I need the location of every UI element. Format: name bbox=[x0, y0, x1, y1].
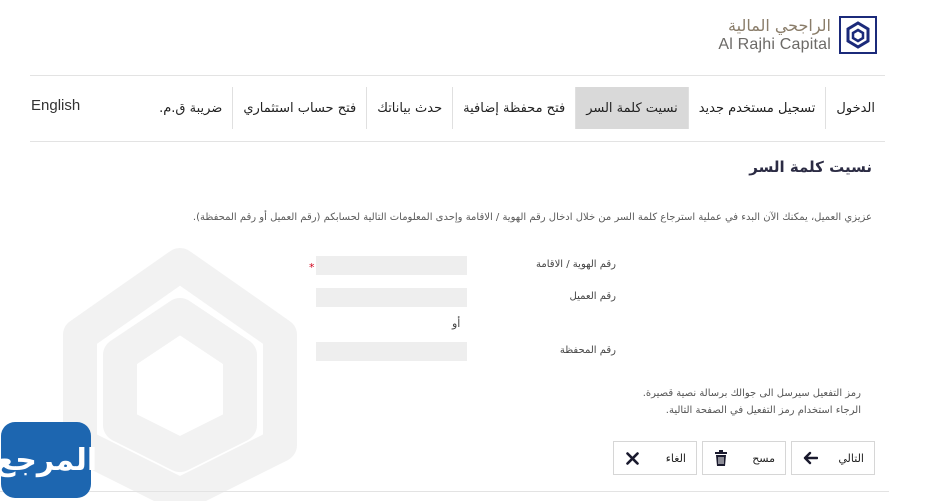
trash-icon bbox=[713, 450, 729, 466]
nav-register[interactable]: تسجيل مستخدم جديد bbox=[687, 87, 826, 129]
nav-open-account[interactable]: فتح حساب استثماري bbox=[232, 87, 366, 129]
or-separator: أو bbox=[452, 317, 461, 330]
customer-number-input[interactable] bbox=[316, 288, 467, 307]
nav-update-data[interactable]: حدث بياناتك bbox=[366, 87, 452, 129]
footer-divider bbox=[0, 491, 889, 492]
site-badge: المرجع bbox=[0, 422, 97, 498]
next-button[interactable]: التالي bbox=[791, 441, 875, 475]
clear-button-label: مسح bbox=[752, 451, 775, 465]
customer-number-label: رقم العميل bbox=[569, 291, 616, 302]
nav-open-portfolio[interactable]: فتح محفظة إضافية bbox=[452, 87, 575, 129]
header-divider bbox=[30, 75, 885, 76]
activation-instruction: الرجاء استخدام رمز التفعيل في الصفحة الت… bbox=[665, 405, 861, 416]
close-icon bbox=[624, 450, 640, 466]
main-nav: الدخول تسجيل مستخدم جديد نسيت كلمة السر … bbox=[149, 87, 885, 129]
nav-divider bbox=[30, 141, 885, 142]
id-input[interactable] bbox=[316, 256, 467, 275]
activation-note: رمز التفعيل سيرسل الى جوالك برسالة نصية … bbox=[642, 388, 861, 399]
page-title: نسيت كلمة السر bbox=[749, 158, 872, 176]
next-button-label: التالي bbox=[838, 451, 864, 465]
required-mark: * bbox=[309, 261, 315, 274]
brand-name-english: Al Rajhi Capital bbox=[718, 36, 831, 53]
id-label: رقم الهوية / الاقامة bbox=[536, 259, 616, 270]
cancel-button[interactable]: الغاء bbox=[613, 441, 697, 475]
site-badge-text: المرجع bbox=[0, 442, 98, 478]
language-link[interactable]: English bbox=[31, 97, 80, 114]
brand-name-arabic: الراجحي المالية bbox=[728, 16, 831, 35]
nav-vat[interactable]: ضريبة ق.م. bbox=[149, 87, 232, 129]
brand-mark-icon bbox=[839, 16, 877, 54]
portfolio-number-label: رقم المحفظة bbox=[559, 345, 616, 356]
brand-name: الراجحي المالية Al Rajhi Capital bbox=[718, 16, 831, 54]
clear-button[interactable]: مسح bbox=[702, 441, 786, 475]
nav-forgot-password[interactable]: نسيت كلمة السر bbox=[575, 87, 688, 129]
portfolio-number-input[interactable] bbox=[316, 342, 467, 361]
nav-login[interactable]: الدخول bbox=[825, 87, 885, 129]
arrow-left-icon bbox=[802, 450, 818, 466]
intro-text: عزيزي العميل، يمكنك الآن البدء في عملية … bbox=[192, 212, 872, 223]
cancel-button-label: الغاء bbox=[665, 451, 686, 465]
brand-logo[interactable]: الراجحي المالية Al Rajhi Capital bbox=[718, 14, 877, 56]
